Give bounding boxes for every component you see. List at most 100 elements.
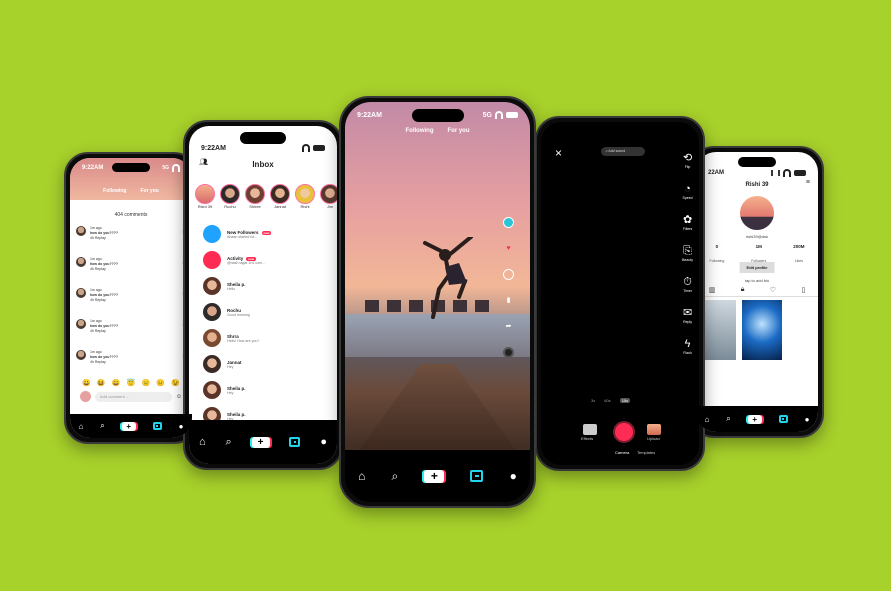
search-icon[interactable]: ⌕	[100, 421, 104, 431]
comment-input[interactable]: Add comment ...	[95, 391, 172, 402]
edit-profile-button[interactable]: Edit profile	[739, 262, 775, 273]
followers-icon	[203, 225, 221, 243]
duration-option[interactable]: 3x	[591, 398, 595, 403]
camera-label: Camera	[615, 450, 630, 455]
lock-icon[interactable]: 🔒︎	[741, 286, 745, 294]
tool-speed[interactable]: ◔ Speed	[682, 183, 692, 200]
bio-hint[interactable]: tap to add bio	[696, 278, 818, 283]
create-button[interactable]: +	[747, 414, 762, 424]
avatar	[203, 329, 221, 347]
dynamic-island	[112, 163, 150, 172]
bookmark-icon[interactable]: ▯	[801, 286, 805, 294]
page-title: Inbox	[252, 160, 274, 169]
avatar[interactable]	[76, 226, 86, 236]
reply-link[interactable]: 4h Replay	[90, 236, 106, 240]
battery-icon	[506, 112, 518, 118]
home-icon[interactable]: ⌂	[199, 436, 206, 448]
feed-tabs: Following For you	[70, 188, 192, 194]
home-icon[interactable]: ⌂	[358, 469, 365, 483]
add-sound-button[interactable]: ♫ Add sound	[601, 147, 645, 156]
home-icon[interactable]: ⌂	[78, 422, 83, 431]
create-button[interactable]: +	[121, 421, 136, 431]
inbox-icon[interactable]	[778, 415, 788, 423]
story-item[interactable]: Rishi	[295, 184, 315, 209]
share-icon[interactable]: ➦	[503, 321, 514, 332]
duration-option[interactable]: 60s	[604, 398, 610, 403]
list-item[interactable]: Jannat Hey	[203, 351, 331, 377]
avatar	[320, 184, 337, 204]
avatar[interactable]	[76, 319, 86, 329]
duration-option-selected[interactable]: 15s	[619, 398, 631, 403]
comment-icon[interactable]	[503, 269, 514, 280]
list-item[interactable]: Rochu Good morning	[203, 299, 331, 325]
list-item[interactable]: Sheila p. Hey	[203, 377, 331, 403]
profile-icon[interactable]: ●	[510, 469, 517, 483]
list-item[interactable]: Activity new @hash tagat 1h3 com...	[203, 247, 331, 273]
tool-reply[interactable]: ✉ Reply	[683, 307, 692, 324]
phone-feed: 9:22AM 5G Following For you ♥ ▮ ➦ ⌂ ⌕ + …	[339, 96, 536, 508]
inbox-icon[interactable]	[289, 437, 301, 447]
bookmark-icon[interactable]: ▮	[503, 295, 514, 306]
list-item[interactable]: Shrra Hello! How are you?	[203, 325, 331, 351]
story-item[interactable]: Ruchu	[220, 184, 240, 209]
phone-camera: × ♫ Add sound ⟲ Flip ◔ Speed ✿ Filters ⎘ Bea…	[535, 116, 705, 471]
tool-beauty[interactable]: ⎘ Beauty	[682, 245, 693, 262]
record-button[interactable]	[613, 421, 635, 443]
emoji-icon[interactable]: ☺	[176, 394, 182, 400]
create-button[interactable]: +	[424, 469, 445, 483]
videos-tab-icon[interactable]: ▥	[709, 286, 716, 294]
avatar[interactable]	[76, 350, 86, 360]
story-item[interactable]: Shiree	[245, 184, 265, 209]
inbox-icon[interactable]	[152, 422, 162, 430]
video-thumbnail[interactable]	[742, 300, 782, 360]
wifi-icon	[783, 169, 791, 177]
tool-flip[interactable]: ⟲ Flip	[683, 152, 692, 169]
tool-flash[interactable]: ϟ Flash	[683, 338, 692, 355]
create-button[interactable]: +	[251, 436, 270, 448]
home-icon[interactable]: ⌂	[704, 415, 709, 424]
music-disc-icon[interactable]	[503, 347, 514, 358]
reply-link[interactable]: 4h Replay	[90, 360, 106, 364]
tab-for-you[interactable]: For you	[140, 188, 158, 194]
inbox-icon[interactable]	[470, 470, 484, 482]
tool-timer[interactable]: ⏱︎ Timer	[683, 276, 692, 293]
status-network: 5G	[482, 111, 492, 119]
tab-following[interactable]: Following	[406, 128, 434, 134]
reply-link[interactable]: 4h Replay	[90, 267, 106, 271]
story-item[interactable]: Rishi 39	[195, 184, 215, 209]
effects-button[interactable]	[583, 424, 597, 435]
story-item[interactable]: Jannat	[270, 184, 290, 209]
templates-label[interactable]: Templates	[637, 450, 655, 455]
search-icon[interactable]: ⌕	[726, 414, 730, 424]
search-icon[interactable]: ⌕	[225, 436, 231, 449]
liked-tab-icon[interactable]: ♡	[770, 286, 776, 294]
reply-icon: ✉	[682, 307, 693, 319]
stat-following[interactable]: 0 Following	[709, 244, 724, 267]
item-subtitle: Hello	[227, 286, 236, 291]
tool-filters[interactable]: ✿ Filters	[683, 214, 693, 231]
heart-icon[interactable]: ♥	[503, 243, 514, 254]
profile-icon[interactable]: ●	[805, 415, 810, 424]
search-icon[interactable]: ⌕	[391, 469, 398, 484]
list-item[interactable]: Sheila p. Hello	[203, 273, 331, 299]
comment-text: how do you????	[90, 355, 118, 359]
reply-link[interactable]: 4h Replay	[90, 329, 106, 333]
profile-avatar[interactable]	[740, 196, 774, 230]
story-item[interactable]: Jim	[320, 184, 337, 209]
comment-body: 1m ago how do you???? 4h Replay	[90, 257, 118, 272]
creator-avatar-icon[interactable]	[503, 217, 514, 228]
reply-link[interactable]: 4h Replay	[90, 298, 106, 302]
upload-button[interactable]	[647, 424, 661, 435]
comment-item: 1m agohow do you????4h Replay♡	[76, 288, 186, 319]
stat-likes[interactable]: 200M Likes	[793, 244, 804, 267]
tab-for-you[interactable]: For you	[448, 128, 470, 134]
comment-text: how do you????	[90, 324, 118, 328]
close-icon[interactable]: ×	[555, 146, 562, 160]
menu-icon[interactable]: ≡	[806, 179, 810, 186]
avatar[interactable]	[76, 257, 86, 267]
tab-following[interactable]: Following	[103, 188, 126, 194]
profile-icon[interactable]: ●	[320, 436, 327, 448]
avatar[interactable]	[76, 288, 86, 298]
profile-icon[interactable]: ●	[179, 422, 184, 431]
list-item[interactable]: New Followers new Ahaan started fol...	[203, 221, 331, 247]
